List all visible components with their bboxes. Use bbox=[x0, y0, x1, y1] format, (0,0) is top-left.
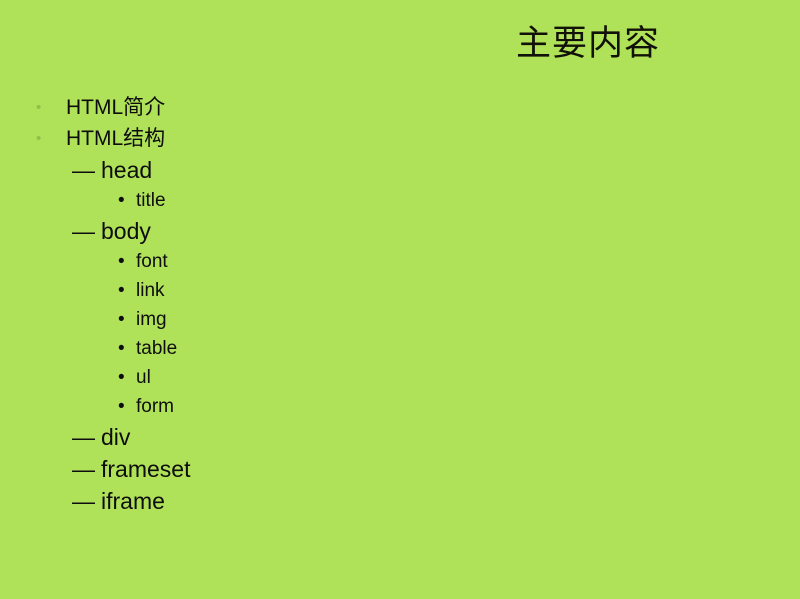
outline-item-level-3: • ul bbox=[0, 363, 800, 392]
outline-list: • HTML简介 • HTML结构 — head • title — body • font • link… bbox=[0, 92, 800, 517]
outline-item-level-2: — body bbox=[0, 215, 800, 247]
dot-bullet-icon: • bbox=[118, 338, 125, 359]
outline-item-level-3: • font bbox=[0, 247, 800, 276]
dash-bullet-icon: — bbox=[72, 456, 95, 482]
outline-item-label: iframe bbox=[101, 488, 165, 514]
dot-bullet-icon: • bbox=[118, 396, 125, 417]
outline-item-level-3: • form bbox=[0, 392, 800, 421]
outline-item-level-3: • img bbox=[0, 305, 800, 334]
outline-item-label: link bbox=[136, 280, 165, 301]
outline-item-label: body bbox=[101, 218, 151, 244]
dot-bullet-icon: • bbox=[118, 251, 125, 272]
dash-bullet-icon: — bbox=[72, 424, 95, 450]
outline-item-level-1: • HTML简介 bbox=[0, 92, 800, 123]
outline-item-label: head bbox=[101, 157, 153, 183]
outline-item-label: HTML简介 bbox=[66, 96, 166, 119]
outline-item-level-3: • link bbox=[0, 276, 800, 305]
outline-item-label: HTML结构 bbox=[66, 127, 166, 150]
outline-item-label: title bbox=[136, 190, 166, 211]
outline-item-label: img bbox=[136, 309, 167, 330]
outline-item-level-2: — iframe bbox=[0, 485, 800, 517]
outline-item-level-2: — head bbox=[0, 154, 800, 186]
presentation-slide: 主要内容 • HTML简介 • HTML结构 — head • title — body • font… bbox=[0, 0, 800, 599]
outline-item-label: font bbox=[136, 251, 168, 272]
outline-item-level-2: — frameset bbox=[0, 453, 800, 485]
outline-item-level-3: • title bbox=[0, 186, 800, 215]
dot-bullet-icon: • bbox=[118, 367, 125, 388]
outline-item-label: ul bbox=[136, 367, 151, 388]
page-title: 主要内容 bbox=[515, 24, 660, 63]
dot-bullet-icon: • bbox=[118, 190, 125, 211]
outline-item-level-3: • table bbox=[0, 334, 800, 363]
outline-item-label: div bbox=[101, 424, 131, 450]
outline-item-level-1: • HTML结构 bbox=[0, 123, 800, 154]
dot-bullet-icon: • bbox=[36, 99, 42, 116]
outline-item-level-2: — div bbox=[0, 421, 800, 453]
dot-bullet-icon: • bbox=[118, 280, 125, 301]
dash-bullet-icon: — bbox=[72, 218, 95, 244]
dash-bullet-icon: — bbox=[72, 157, 95, 183]
outline-item-label: table bbox=[136, 338, 178, 359]
dot-bullet-icon: • bbox=[118, 309, 125, 330]
dash-bullet-icon: — bbox=[72, 488, 95, 514]
outline-item-label: form bbox=[136, 396, 174, 417]
outline-item-label: frameset bbox=[101, 456, 191, 482]
dot-bullet-icon: • bbox=[36, 130, 42, 147]
